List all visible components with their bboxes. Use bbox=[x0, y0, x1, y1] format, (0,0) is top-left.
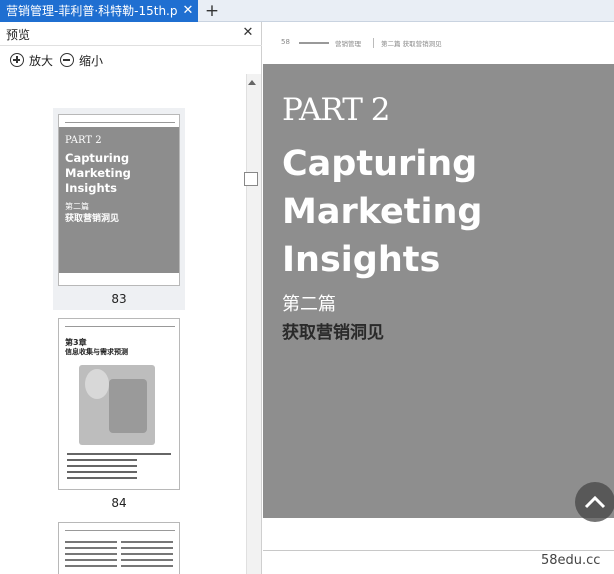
page-running-header: 58 营销管理 第二篇 获取营销洞见 bbox=[281, 38, 611, 50]
thumbnail-text-line bbox=[67, 459, 137, 461]
thumbnail-text-line bbox=[65, 553, 117, 555]
thumbnail-title-line: Insights bbox=[65, 181, 118, 195]
part-opener-page: PART 2 Capturing Marketing Insights 第二篇 … bbox=[263, 64, 614, 518]
thumbnail-chapter-title: 信息收集与需求预测 bbox=[65, 348, 128, 356]
document-tab[interactable]: 营销管理-菲利普·科特勒-15th.p bbox=[0, 0, 198, 22]
part-title: Capturing Marketing Insights bbox=[282, 140, 482, 284]
page-header-number: 58 bbox=[281, 38, 290, 46]
thumbnail-photo-product bbox=[109, 379, 147, 433]
part-title-line: Insights bbox=[282, 240, 441, 280]
close-icon[interactable]: ✕ bbox=[240, 25, 256, 41]
thumbnail-text-line bbox=[65, 565, 117, 567]
scroll-to-top-button[interactable] bbox=[575, 482, 614, 522]
tab-title: 营销管理-菲利普·科特勒-15th.p bbox=[6, 4, 178, 18]
thumbnail-cn-title: 获取营销洞见 bbox=[65, 214, 120, 224]
sidebar-title: 预览 bbox=[6, 28, 31, 42]
part-title-line: Capturing bbox=[282, 144, 478, 184]
sidebar-scrollbar[interactable] bbox=[246, 74, 261, 574]
thumbnail-header-rule bbox=[65, 323, 175, 327]
chevron-up-icon bbox=[584, 495, 606, 509]
sidebar-toolbar: 放大 缩小 bbox=[0, 46, 262, 74]
thumbnail-photo-face bbox=[85, 369, 109, 399]
thumbnail-text-line bbox=[121, 547, 173, 549]
thumbnail-page-image: PART 2 Capturing Marketing Insights 第二篇 … bbox=[59, 127, 179, 273]
thumbnail-page-85[interactable] bbox=[53, 522, 185, 574]
thumbnail-page-83[interactable]: PART 2 Capturing Marketing Insights 第二篇 … bbox=[53, 108, 185, 310]
thumbnail-header-rule bbox=[65, 119, 175, 123]
thumbnail-text-line bbox=[67, 453, 171, 455]
thumbnail-list: PART 2 Capturing Marketing Insights 第二篇 … bbox=[0, 74, 246, 574]
thumbnail-text-line bbox=[67, 465, 137, 467]
scroll-up-arrow-icon[interactable] bbox=[248, 80, 256, 85]
page-header-book: 营销管理 bbox=[335, 40, 361, 48]
part-cn-label: 第二篇 bbox=[282, 294, 336, 315]
part-cn-title: 获取营销洞见 bbox=[282, 323, 384, 343]
thumbnail-header-rule bbox=[65, 527, 175, 531]
document-view[interactable]: 58 营销管理 第二篇 获取营销洞见 PART 2 Capturing Mark… bbox=[263, 22, 614, 574]
page-bottom-rule bbox=[263, 550, 614, 551]
thumbnail-text-line bbox=[121, 541, 173, 543]
zoom-in-icon bbox=[10, 53, 24, 67]
thumbnail-title-line: Capturing bbox=[65, 151, 130, 165]
zoom-out-label: 缩小 bbox=[79, 54, 104, 68]
watermark: 58edu.cc bbox=[541, 553, 601, 568]
thumbnail-text-line bbox=[65, 547, 117, 549]
part-title-line: Marketing bbox=[282, 192, 483, 232]
pdf-reader-window: 营销管理-菲利普·科特勒-15th.p ✕ + 预览 ✕ 放大 缩小 PART … bbox=[0, 0, 614, 574]
thumbnail-page-number: 84 bbox=[111, 496, 127, 510]
page-header-divider bbox=[373, 38, 374, 48]
thumbnail-text-line bbox=[121, 565, 173, 567]
thumbnail-title-line: Marketing bbox=[65, 166, 131, 180]
zoom-in-button[interactable]: 放大 bbox=[10, 52, 53, 70]
thumbnail-text-line bbox=[65, 541, 117, 543]
part-label: PART 2 bbox=[282, 92, 390, 128]
thumbnail-page-84[interactable]: 第3章 信息收集与需求预测 84 bbox=[53, 318, 185, 514]
close-icon[interactable]: ✕ bbox=[180, 3, 196, 19]
thumbnail-frame: 第3章 信息收集与需求预测 bbox=[58, 318, 180, 490]
page-header-chapter: 第二篇 获取营销洞见 bbox=[381, 40, 442, 48]
tab-bar: 营销管理-菲利普·科特勒-15th.p ✕ + bbox=[0, 0, 614, 22]
page-header-rule bbox=[299, 42, 329, 44]
zoom-out-icon bbox=[60, 53, 74, 67]
thumbnail-part: PART 2 bbox=[65, 135, 102, 146]
zoom-out-button[interactable]: 缩小 bbox=[60, 52, 103, 70]
thumbnail-text-line bbox=[121, 559, 173, 561]
thumbnail-frame bbox=[58, 522, 180, 574]
thumbnail-text-line bbox=[65, 559, 117, 561]
thumbnail-text-line bbox=[121, 553, 173, 555]
thumbnail-page-number: 83 bbox=[111, 292, 127, 306]
plus-icon[interactable]: + bbox=[203, 1, 221, 21]
thumbnail-text-line bbox=[67, 477, 137, 479]
zoom-in-label: 放大 bbox=[29, 54, 54, 68]
sidebar-scroll-thumb[interactable] bbox=[244, 172, 258, 186]
thumbnail-text-line bbox=[67, 471, 137, 473]
preview-sidebar: 预览 ✕ 放大 缩小 PART 2 Capturing Marketing In… bbox=[0, 22, 262, 574]
thumbnail-frame: PART 2 Capturing Marketing Insights 第二篇 … bbox=[58, 114, 180, 286]
sidebar-header: 预览 ✕ bbox=[0, 22, 262, 46]
thumbnail-title: Capturing Marketing Insights bbox=[65, 151, 131, 196]
